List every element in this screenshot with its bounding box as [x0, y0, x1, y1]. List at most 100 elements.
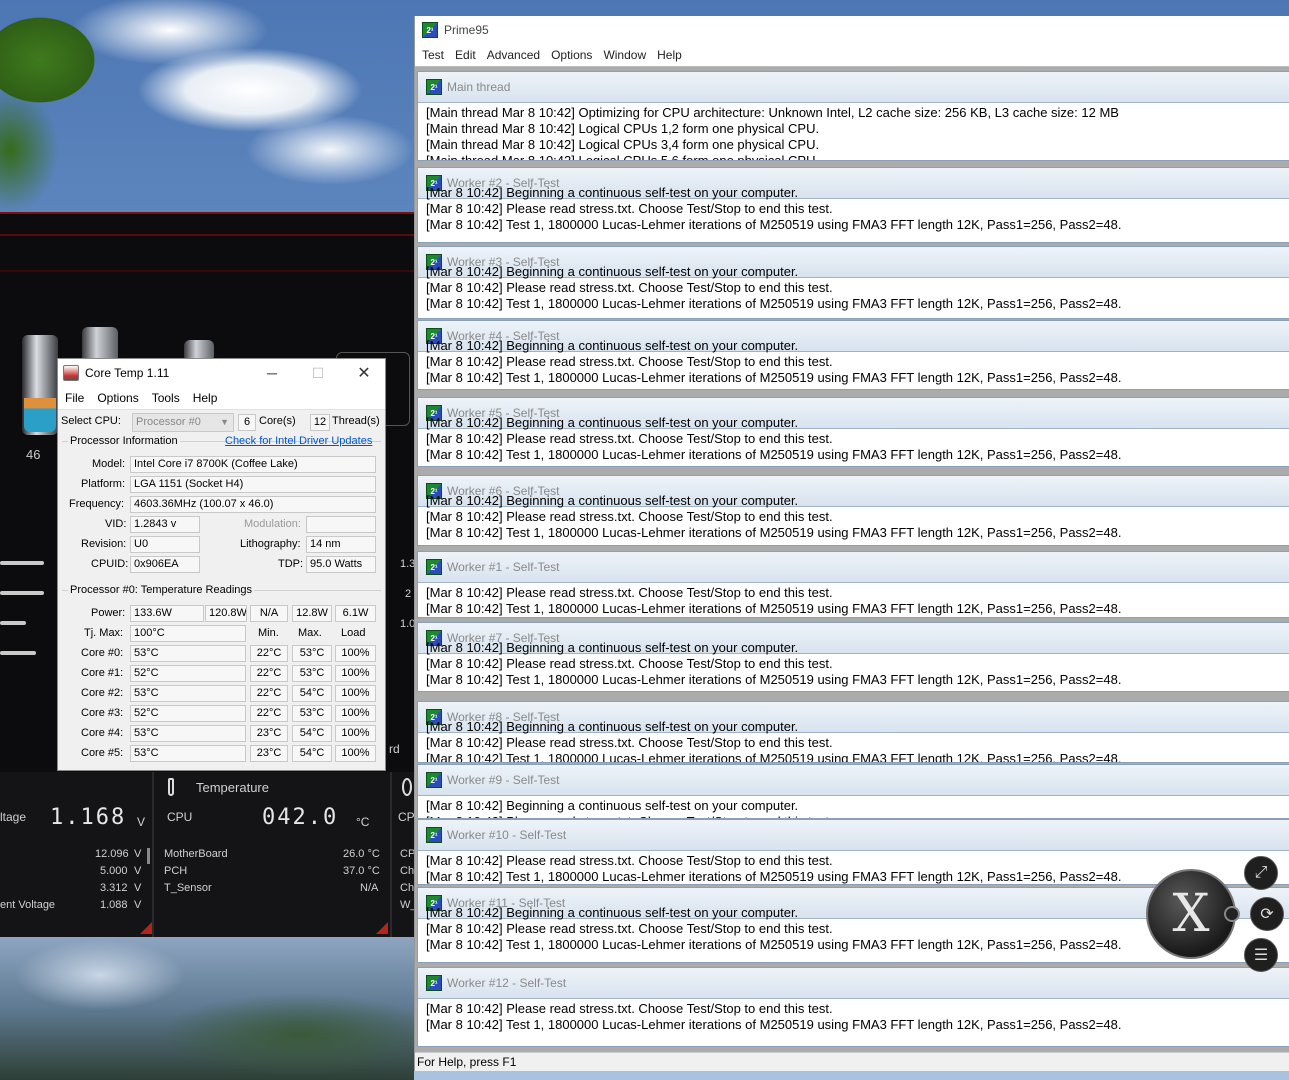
floating-x-widget[interactable]: X: [1146, 869, 1236, 959]
prime95-titlebar[interactable]: 2¹ Prime95: [415, 16, 1289, 44]
menu-help[interactable]: Help: [193, 391, 218, 405]
worker-log: [Mar 8 10:42] Beginning a continuous sel…: [418, 798, 1289, 818]
close-button[interactable]: ✕: [342, 359, 386, 387]
worker-window[interactable]: 2¹ Worker #6 - Self-Test [Mar 8 10:42] Beg…: [417, 475, 1289, 546]
col-load-header: Load: [341, 627, 366, 639]
log-line: [Mar 8 10:42] Test 1, 1800000 Lucas-Lehm…: [426, 601, 1122, 616]
cpuid-value: 0x906EA: [130, 556, 200, 573]
widget-gear-icon[interactable]: [1224, 906, 1240, 922]
menu-file[interactable]: File: [65, 391, 84, 405]
core-max: 54°C: [292, 685, 332, 702]
menu-advanced[interactable]: Advanced: [487, 48, 540, 62]
cpu-temp-value: 042.0: [262, 805, 339, 830]
worker-window[interactable]: 2¹ Main thread [Main thread Mar 8 10:42] O…: [417, 71, 1289, 161]
worker-log: [Mar 8 10:42] Beginning a continuous sel…: [418, 185, 1289, 233]
worker-titlebar[interactable]: 2¹ Worker #10 - Self-Test: [418, 820, 1289, 851]
worker-window[interactable]: 2¹ Worker #5 - Self-Test [Mar 8 10:42] Beg…: [417, 397, 1289, 467]
core-temp: 53°C: [130, 645, 246, 662]
voltage-row-value: 3.312: [100, 882, 128, 894]
core-label: Core #0:: [81, 647, 124, 659]
log-line: [Mar 8 10:42] Test 1, 1800000 Lucas-Lehm…: [426, 296, 1122, 311]
select-cpu-dropdown[interactable]: Processor #0 ▼: [132, 413, 234, 432]
voltage-value: 1.168: [50, 805, 127, 830]
menu-icon[interactable]: ☰: [1244, 938, 1278, 972]
slider-dash: [0, 651, 36, 655]
worker-window[interactable]: 2¹ Worker #9 - Self-Test [Mar 8 10:42] Beg…: [417, 764, 1289, 819]
log-line: [Mar 8 10:42] Please read stress.txt. Ch…: [426, 280, 833, 295]
temp-row-label: PCH: [164, 865, 188, 877]
menu-help[interactable]: Help: [657, 48, 682, 62]
maximize-button[interactable]: ☐: [296, 359, 340, 387]
temperature-readings-label: Processor #0: Temperature Readings: [68, 584, 255, 596]
worker-window[interactable]: 2¹ Worker #1 - Self-Test [Mar 8 10:42] Ple…: [417, 551, 1289, 618]
log-line: [Mar 8 10:42] Please read stress.txt. Ch…: [426, 431, 833, 446]
worker-title: Worker #9 - Self-Test: [447, 773, 560, 787]
frequency-value: 4603.36MHz (100.07 x 46.0): [130, 496, 376, 513]
worker-log: [Mar 8 10:42] Beginning a continuous sel…: [418, 719, 1289, 762]
voltage-title: ltage: [0, 810, 27, 824]
modulation-label: Modulation:: [244, 518, 301, 530]
worker-window[interactable]: 2¹ Worker #7 - Self-Test [Mar 8 10:42] Beg…: [417, 622, 1289, 692]
vid-value: 1.2843 v: [130, 516, 200, 533]
core-temp: 52°C: [130, 665, 246, 682]
voltage-row-unit: V: [134, 865, 142, 877]
expand-icon[interactable]: ⤢: [1244, 856, 1278, 890]
menu-test[interactable]: Test: [422, 48, 444, 62]
core-temp: 53°C: [130, 685, 246, 702]
core-temp: 52°C: [130, 705, 246, 722]
coretemp-app-icon: [63, 365, 79, 381]
panel-corner-marker: [140, 922, 152, 934]
log-line: [Mar 8 10:42] Beginning a continuous sel…: [426, 415, 799, 430]
worker-titlebar[interactable]: 2¹ Worker #12 - Self-Test: [418, 968, 1289, 999]
power-value: 120.8W: [205, 605, 247, 622]
log-line: [Mar 8 10:42] Beginning a continuous sel…: [426, 338, 799, 353]
core-temp: 53°C: [130, 745, 246, 762]
third-panel-title: CP: [398, 810, 415, 824]
worker-window[interactable]: 2¹ Worker #2 - Self-Test [Mar 8 10:42] Beg…: [417, 167, 1289, 243]
voltage-row-unit: V: [134, 882, 142, 894]
worker-window[interactable]: 2¹ Worker #8 - Self-Test [Mar 8 10:42] Beg…: [417, 701, 1289, 763]
worker-window[interactable]: 2¹ Worker #4 - Self-Test [Mar 8 10:42] Beg…: [417, 320, 1289, 390]
menu-options[interactable]: Options: [551, 48, 592, 62]
third-panel-row: Ch: [400, 865, 415, 877]
menu-edit[interactable]: Edit: [455, 48, 476, 62]
core-max: 54°C: [292, 745, 332, 762]
coretemp-titlebar[interactable]: Core Temp 1.11 ─ ☐ ✕: [58, 359, 385, 387]
core-min: 22°C: [250, 645, 288, 662]
core-min: 22°C: [250, 665, 288, 682]
core-load: 100%: [335, 665, 376, 682]
refresh-icon[interactable]: ⟳: [1250, 897, 1284, 931]
power-value: 6.1W: [335, 605, 376, 622]
side-value: 1.3: [400, 558, 416, 570]
log-line: [Mar 8 10:42] Please read stress.txt. Ch…: [426, 509, 833, 524]
panel-divider: [390, 772, 392, 937]
temp-row-label: MotherBoard: [164, 848, 228, 860]
cores-count: 6: [238, 414, 256, 431]
scroll-indicator: [147, 848, 150, 864]
menu-window[interactable]: Window: [603, 48, 646, 62]
worker-titlebar[interactable]: 2¹ Main thread: [418, 72, 1289, 103]
driver-update-link[interactable]: Check for Intel Driver Updates: [225, 435, 372, 447]
worker-titlebar[interactable]: 2¹ Worker #1 - Self-Test: [418, 552, 1289, 583]
prime95-worker-icon: 2¹: [426, 772, 442, 788]
tdp-value: 95.0 Watts: [306, 556, 376, 573]
worker-window[interactable]: 2¹ Worker #3 - Self-Test [Mar 8 10:42] Beg…: [417, 246, 1289, 319]
menu-tools[interactable]: Tools: [152, 391, 180, 405]
log-line: [Mar 8 10:42] Beginning a continuous sel…: [426, 185, 799, 200]
chevron-down-icon: ▼: [220, 417, 229, 427]
worker-window[interactable]: 2¹ Worker #12 - Self-Test [Mar 8 10:42] Pl…: [417, 967, 1289, 1047]
voltage-row-label: ent Voltage: [0, 899, 56, 911]
worker-title: Worker #1 - Self-Test: [447, 560, 560, 574]
select-cpu-value: Processor #0: [136, 416, 201, 428]
worker-window[interactable]: 2¹ Worker #10 - Self-Test [Mar 8 10:42] Pl…: [417, 819, 1289, 885]
log-line: [Mar 8 10:42] Beginning a continuous sel…: [426, 264, 799, 279]
worker-titlebar[interactable]: 2¹ Worker #9 - Self-Test: [418, 765, 1289, 796]
core-max: 53°C: [292, 705, 332, 722]
slider-dash: [0, 591, 44, 595]
lithography-label: Lithography:: [240, 538, 301, 550]
core-max: 54°C: [292, 725, 332, 742]
worker-title: Main thread: [447, 80, 511, 94]
core-load: 100%: [335, 685, 376, 702]
menu-options[interactable]: Options: [97, 391, 138, 405]
minimize-button[interactable]: ─: [250, 359, 294, 387]
